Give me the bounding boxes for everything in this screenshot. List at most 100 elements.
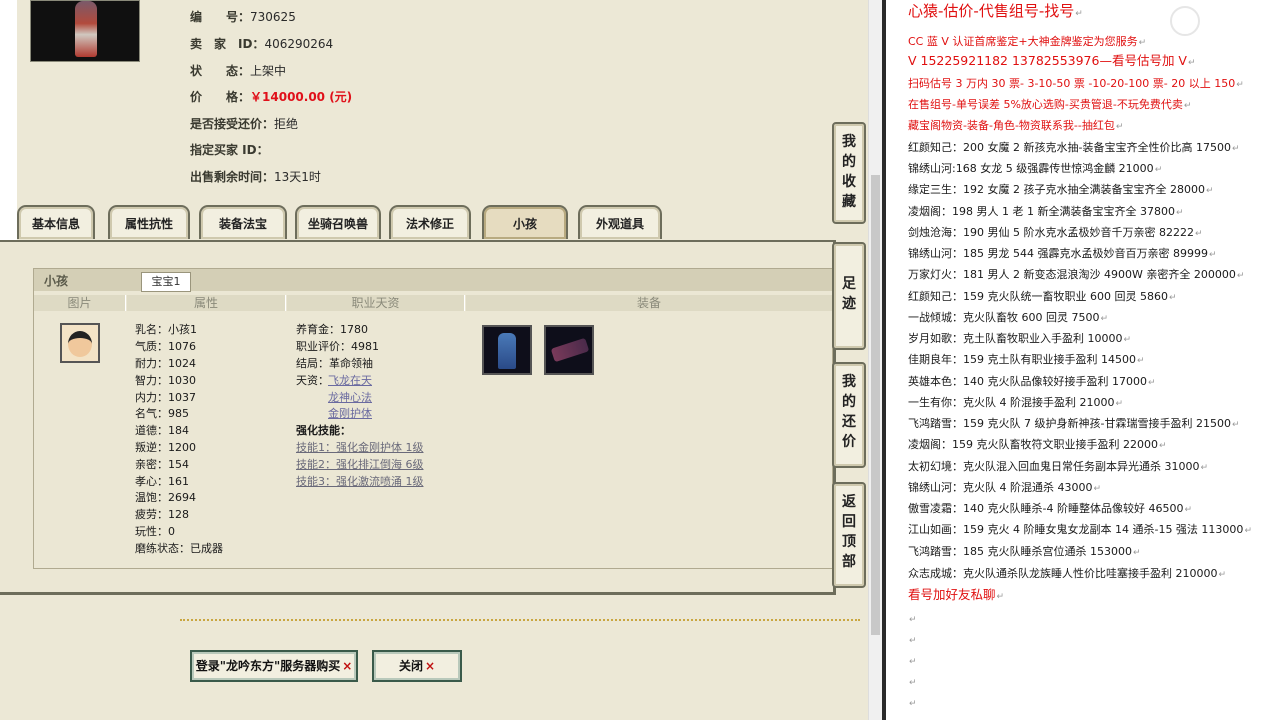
- doc-listing: 红颜知己：159 克火队统一畜牧职业 600 回灵 5860↵: [908, 290, 1177, 303]
- col-equipment: 装备: [466, 295, 833, 311]
- doc-listing: 英雄本色：140 克火队品像较好接手盈利 17000↵: [908, 375, 1156, 388]
- child-face: [68, 331, 92, 357]
- child-section-title: 小孩: [44, 274, 69, 288]
- talent-label: 天资：: [296, 374, 329, 387]
- tab-child[interactable]: 小孩: [482, 205, 568, 239]
- scrollbar-thumb[interactable]: [871, 175, 880, 635]
- dotted-divider: [180, 619, 860, 621]
- doc-listing: 飞鸿踏雪：185 克火队睡杀宫位通杀 153000↵: [908, 545, 1141, 558]
- career-raise-gold: 养育金：1780: [296, 323, 368, 336]
- doc-listing: 飞鸿踏雪：159 克火队 7 级护身新神孩-甘霖瑞雪接手盈利 21500↵: [908, 417, 1240, 430]
- empty-paragraph: ↵: [909, 636, 917, 646]
- stat-fame: 名气：985: [135, 407, 189, 420]
- tab-attributes[interactable]: 属性抗性: [108, 205, 190, 239]
- info-bargain: 是否接受还价：拒绝: [190, 115, 298, 133]
- doc-listing: 锦绣山河:168 女龙 5 级强霹传世惊鸿金麟 21000↵: [908, 162, 1163, 175]
- doc-line-red-5: 藏宝阁物资-装备-角色-物资联系我--抽红包↵: [908, 119, 1124, 132]
- baby-subtab[interactable]: 宝宝1: [141, 272, 191, 292]
- close-x-icon: ×: [342, 659, 353, 673]
- talent-3-link[interactable]: 金刚护体: [328, 405, 372, 422]
- stat-training: 磨练状态：已成器: [135, 542, 223, 555]
- tab-appearance[interactable]: 外观道具: [578, 205, 662, 239]
- doc-listing: 凌烟阁：198 男人 1 老 1 新全满装备宝宝齐全 37800↵: [908, 205, 1184, 218]
- info-status: 状 态：上架中: [190, 62, 286, 80]
- doc-listing: 众志成城：克火队通杀队龙族睡人性价比哇塞接手盈利 210000↵: [908, 567, 1227, 580]
- info-price: 价 格：￥14000.00 (元): [190, 88, 352, 106]
- doc-listing: 江山如画：159 克火 4 阶睡女鬼女龙副本 14 通杀-15 强法 11300…: [908, 523, 1252, 536]
- doc-listing: 凌烟阁：159 克火队畜牧符文职业接手盈利 22000↵: [908, 438, 1167, 451]
- tab-bar: 基本信息 属性抗性 装备法宝 坐骑召唤兽 法术修正 小孩 外观道具: [17, 205, 837, 241]
- status-label: 状 态：: [190, 64, 251, 78]
- doc-line-red-4: 在售组号-单号误差 5%放心选购-买贵管退-不玩免费代卖↵: [908, 98, 1192, 111]
- footprints-button[interactable]: 足迹: [832, 242, 866, 350]
- doc-listing: 佳期良年：159 克土队有职业接手盈利 14500↵: [908, 353, 1145, 366]
- doc-listing: 红颜知己：200 女魔 2 新孩克水抽-装备宝宝齐全性价比高 17500↵: [908, 141, 1240, 154]
- character-figure: [75, 1, 97, 57]
- login-buy-button[interactable]: 登录"龙吟东方"服务器购买 ×: [190, 650, 358, 682]
- col-image: 图片: [34, 295, 126, 311]
- tab-equipment[interactable]: 装备法宝: [199, 205, 287, 239]
- skill-1-link[interactable]: 技能1：强化金刚护体 1级: [296, 439, 424, 456]
- career-eval: 职业评价：4981: [296, 340, 379, 353]
- stat-endurance: 耐力：1024: [135, 357, 196, 370]
- stat-filial: 孝心：161: [135, 475, 189, 488]
- stat-morality: 道德：184: [135, 424, 189, 437]
- doc-listing: 锦绣山河：克火队 4 阶混通杀 43000↵: [908, 481, 1102, 494]
- stat-temperament: 气质：1076: [135, 340, 196, 353]
- game-window: 编 号：730625 卖 家 ID：406290264 状 态：上架中 价 格：…: [0, 0, 880, 720]
- empty-paragraph: ↵: [909, 615, 917, 625]
- character-portrait: [30, 0, 140, 62]
- stat-satiety: 温饱：2694: [135, 491, 196, 504]
- tab-spell-mods[interactable]: 法术修正: [389, 205, 471, 239]
- skill-2-link[interactable]: 技能2：强化排江倒海 6级: [296, 456, 424, 473]
- stat-playfulness: 玩性：0: [135, 525, 175, 538]
- col-attributes: 属性: [127, 295, 286, 311]
- document-pane: 心猿-估价-代售组号-找号↵ CC 蓝 V 认证首席鉴定+大神金牌鉴定为您服务↵…: [886, 0, 1280, 720]
- doc-listing: 一生有你：克火队 4 阶混接手盈利 21000↵: [908, 396, 1124, 409]
- doc-listing: 万家灯火：181 男人 2 新变态混浪淘沙 4900W 亲密齐全 200000↵: [908, 268, 1245, 281]
- stat-fatigue: 疲劳：128: [135, 508, 189, 521]
- price-value: ￥14000.00 (元): [250, 90, 353, 104]
- my-offers-button[interactable]: 我的还价: [832, 362, 866, 468]
- child-avatar: [60, 323, 100, 363]
- col-career: 职业天资: [287, 295, 465, 311]
- doc-footer: 看号加好友私聊↵: [908, 587, 1005, 602]
- info-id: 编 号：730625: [190, 8, 296, 26]
- status-value: 上架中: [250, 64, 287, 78]
- close-x-icon: ×: [424, 659, 436, 673]
- doc-listing: 太初幻境：克火队混入回血鬼日常任务副本异光通杀 31000↵: [908, 460, 1209, 473]
- id-label: 编 号：: [190, 10, 251, 24]
- buyer-label: 指定买家 ID：: [190, 143, 269, 157]
- login-buy-label: 登录"龙吟东方"服务器购买: [195, 659, 341, 673]
- doc-listing: 一战倾城：克火队畜牧 600 回灵 7500↵: [908, 311, 1109, 324]
- equipment-zither-icon[interactable]: [544, 325, 594, 375]
- back-to-top-button[interactable]: 返回顶部: [832, 482, 866, 588]
- bargain-label: 是否接受还价：: [190, 117, 275, 131]
- stat-intelligence: 智力：1030: [135, 374, 196, 387]
- empty-paragraph: ↵: [909, 657, 917, 667]
- talent-2-link[interactable]: 龙神心法: [328, 389, 372, 406]
- tab-mounts-pets[interactable]: 坐骑召唤兽: [295, 205, 381, 239]
- doc-line-red-1: CC 蓝 V 认证首席鉴定+大神金牌鉴定为您服务↵: [908, 35, 1147, 48]
- stat-inner-power: 内力：1037: [135, 391, 196, 404]
- close-button[interactable]: 关闭 ×: [372, 650, 462, 682]
- price-label: 价 格：: [190, 90, 251, 104]
- stat-name: 乳名：小孩1: [135, 323, 197, 336]
- doc-line-red-2: V 15225921182 13782553976—看号估号加 V↵: [908, 53, 1196, 68]
- doc-listing: 剑烛沧海：190 男仙 5 阶水克水孟极妙音千万亲密 82222↵: [908, 226, 1203, 239]
- tab-basic-info[interactable]: 基本信息: [17, 205, 95, 239]
- skill-3-link[interactable]: 技能3：强化激流喷涌 1级: [296, 473, 424, 490]
- doc-listing: 傲雪凌霜：140 克火队睡杀-4 阶睡整体品像较好 46500↵: [908, 502, 1192, 515]
- remaining-value: 13天1时: [274, 170, 321, 184]
- stat-rebellion: 叛逆：1200: [135, 441, 196, 454]
- stat-intimacy: 亲密：154: [135, 458, 189, 471]
- equipment-robe-icon[interactable]: [482, 325, 532, 375]
- my-favorites-button[interactable]: 我的收藏: [832, 122, 866, 224]
- doc-listing: 锦绣山河：185 男龙 544 强霹克水孟极妙音百万亲密 89999↵: [908, 247, 1217, 260]
- seller-label: 卖 家 ID：: [190, 37, 265, 51]
- watermark-logo: [1170, 6, 1200, 36]
- bargain-value: 拒绝: [274, 117, 299, 131]
- game-scrollbar[interactable]: [868, 0, 882, 720]
- close-label: 关闭: [398, 659, 423, 673]
- talent-1-link[interactable]: 飞龙在天: [328, 372, 372, 389]
